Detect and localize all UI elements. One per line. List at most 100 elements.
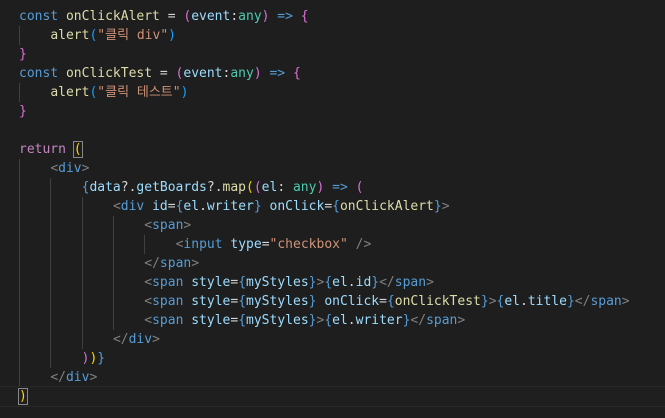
indent-guide (144, 235, 146, 254)
code-token: > (441, 199, 450, 214)
code-token: = (152, 66, 176, 81)
code-token: } (371, 275, 380, 290)
code-token: ?. (206, 180, 223, 195)
code-token: onClickTest (65, 66, 153, 81)
code-line[interactable]: const onClickAlert = (event:any) => { (0, 7, 665, 26)
code-token: span (159, 256, 192, 271)
indent-guide (19, 235, 20, 254)
indent-guide (19, 254, 20, 273)
code-token: > (426, 275, 434, 290)
code-line-content: return ( (19, 140, 83, 159)
code-line[interactable]: <span style={myStyles}>{el.id}</span> (0, 273, 665, 292)
indent-guide (50, 197, 52, 216)
code-token: } (19, 104, 27, 119)
code-token: id (152, 199, 168, 214)
code-token: { (292, 66, 301, 81)
code-line[interactable]: ) (0, 386, 665, 407)
code-token: ( (253, 180, 262, 195)
code-line[interactable]: </span> (0, 254, 665, 273)
code-token: span (394, 275, 427, 290)
code-token: } (433, 199, 442, 214)
code-token: myStyles (246, 275, 309, 290)
code-token: > (89, 370, 98, 385)
matching-bracket: ) (18, 388, 28, 405)
code-line-content: <div> (50, 159, 89, 178)
code-token: } (19, 47, 27, 62)
code-token: onClick (324, 294, 380, 309)
code-editor[interactable]: const onClickAlert = (event:any) => {ale… (0, 0, 665, 418)
code-line-content: {data?.getBoards?.map((el: any) => ( (82, 178, 364, 197)
code-token: > (81, 161, 90, 176)
code-line[interactable]: } (0, 102, 665, 121)
code-line-content: ) (18, 387, 28, 406)
code-token: el (504, 294, 520, 309)
code-token: = (379, 294, 387, 309)
code-token: { (324, 313, 333, 328)
code-line[interactable]: ))} (0, 349, 665, 368)
indent-guide (19, 349, 20, 368)
code-line[interactable]: const onClickTest = (event:any) => { (0, 64, 665, 83)
indent-guide (19, 368, 20, 387)
indent-guide (19, 330, 20, 349)
indent-guide (50, 254, 52, 273)
code-token: any (238, 9, 262, 24)
code-token: div (120, 199, 145, 214)
code-token: ) (253, 66, 262, 81)
indent-guide (19, 311, 20, 330)
code-line[interactable]: <span style={myStyles}>{el.writer}</span… (0, 311, 665, 330)
code-line[interactable]: } (0, 45, 665, 64)
code-token: any (292, 180, 317, 195)
code-line-content: } (19, 45, 27, 64)
code-line-content: alert("클릭 div") (50, 26, 176, 45)
code-token: map (222, 180, 247, 195)
indent-guide (81, 311, 83, 330)
code-line[interactable]: <div> (0, 159, 665, 178)
code-line[interactable]: <span> (0, 216, 665, 235)
code-token: = (324, 199, 333, 214)
code-token: . (347, 313, 356, 328)
code-token: : (277, 180, 293, 195)
code-line[interactable]: alert("클릭 테스트") (0, 83, 665, 102)
code-token: style (191, 275, 231, 290)
code-token: < (112, 199, 121, 214)
indent-guide (81, 197, 83, 216)
indent-guide (81, 216, 83, 235)
code-token: onClickAlert (339, 199, 434, 214)
indent-guide (50, 349, 52, 368)
code-line[interactable]: </div> (0, 368, 665, 387)
code-line[interactable]: {data?.getBoards?.map((el: any) => ( (0, 178, 665, 197)
code-line-content: const onClickTest = (event:any) => { (19, 64, 301, 83)
code-token: } (97, 351, 106, 366)
code-token: "클릭 테스트" (97, 85, 181, 100)
code-token: = (167, 199, 176, 214)
code-token: = (159, 9, 184, 24)
code-token: el (183, 199, 200, 214)
code-line-content: <input type="checkbox" /> (176, 235, 372, 254)
indent-guide (112, 216, 114, 235)
indent-guide (81, 254, 83, 273)
code-token: onClickAlert (65, 9, 160, 24)
code-token: } (253, 199, 262, 214)
code-token: el (332, 275, 348, 290)
code-token: span (152, 313, 184, 328)
code-line[interactable]: <div id={el.writer} onClick={onClickAler… (0, 197, 665, 216)
indent-guide (50, 292, 52, 311)
code-line[interactable]: <span style={myStyles} onClick={onClickT… (0, 292, 665, 311)
code-line[interactable]: return ( (0, 140, 665, 159)
code-token: writer (206, 199, 254, 214)
code-token: = (261, 237, 270, 252)
indent-guide (50, 273, 52, 292)
code-line-content: <span style={myStyles}>{el.id}</span> (144, 273, 434, 292)
code-line[interactable] (0, 121, 665, 140)
code-token: div (58, 161, 82, 176)
code-token: { (324, 275, 333, 290)
code-token: ( (355, 180, 364, 195)
indent-guide (50, 178, 52, 197)
code-line-content: </div> (50, 368, 97, 387)
code-token: </ (112, 332, 129, 347)
code-line[interactable]: </div> (0, 330, 665, 349)
code-line[interactable]: alert("클릭 div") (0, 26, 665, 45)
code-line[interactable]: <input type="checkbox" /> (0, 235, 665, 254)
code-token: ?. (120, 180, 137, 195)
